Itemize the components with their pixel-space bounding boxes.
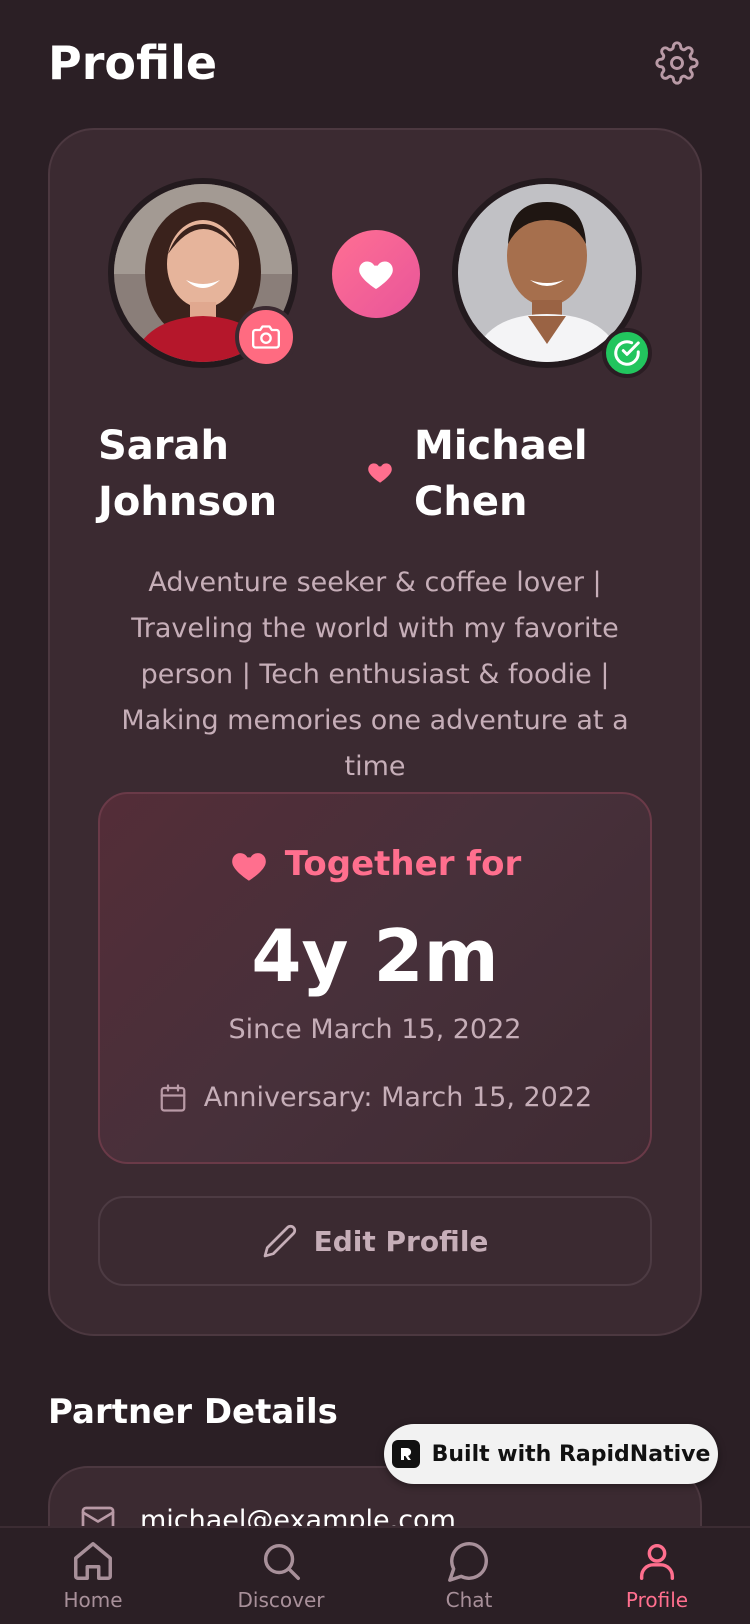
bottom-nav: Home Discover Chat Profile [0, 1526, 750, 1624]
built-with-label: Built with RapidNative [431, 1441, 711, 1467]
edit-profile-button[interactable]: Edit Profile [98, 1196, 652, 1286]
gear-icon [655, 41, 699, 85]
change-photo-button[interactable] [235, 306, 297, 368]
calendar-icon [160, 1083, 186, 1112]
anniversary-text: Anniversary: March 15, 2022 [203, 1082, 593, 1113]
home-icon [74, 1542, 112, 1580]
edit-profile-label: Edit Profile [313, 1224, 489, 1258]
verified-badge [602, 328, 652, 378]
heart-icon [231, 853, 266, 881]
couple-bio: Adventure seeker & coffee lover | Travel… [121, 567, 629, 782]
partner1-name: Sarah Johnson [98, 423, 278, 525]
together-card: Together for 4y 2m Since March 15, 2022 … [98, 792, 652, 1164]
couple-heart [332, 230, 420, 318]
together-since: Since March 15, 2022 [228, 1014, 522, 1045]
check-circle-icon [614, 340, 640, 366]
nav-item-chat[interactable]: Chat [394, 1538, 544, 1612]
rapidnative-logo-icon [391, 1440, 420, 1468]
user-icon [639, 1543, 675, 1580]
page-title: Profile [48, 36, 218, 90]
together-duration: 4y 2m [251, 914, 499, 998]
nav-label-chat: Chat [445, 1588, 493, 1612]
together-label: Together for [284, 844, 522, 884]
chat-icon [448, 1542, 488, 1582]
pencil-icon [263, 1224, 296, 1258]
built-with-badge[interactable]: Built with RapidNative [384, 1424, 718, 1484]
small-heart-icon [366, 458, 394, 488]
nav-item-discover[interactable]: Discover [206, 1538, 356, 1612]
nav-item-profile[interactable]: Profile [582, 1538, 732, 1612]
partner2-name: Michael Chen [414, 423, 588, 525]
nav-item-home[interactable]: Home [18, 1538, 168, 1612]
nav-label-discover: Discover [237, 1588, 325, 1612]
search-icon [263, 1543, 300, 1580]
nav-label-profile: Profile [625, 1588, 689, 1612]
partner-details-title: Partner Details [48, 1392, 338, 1432]
settings-button[interactable] [652, 38, 702, 88]
nav-label-home: Home [63, 1588, 123, 1612]
camera-icon [252, 325, 280, 349]
heart-icon [359, 261, 393, 289]
